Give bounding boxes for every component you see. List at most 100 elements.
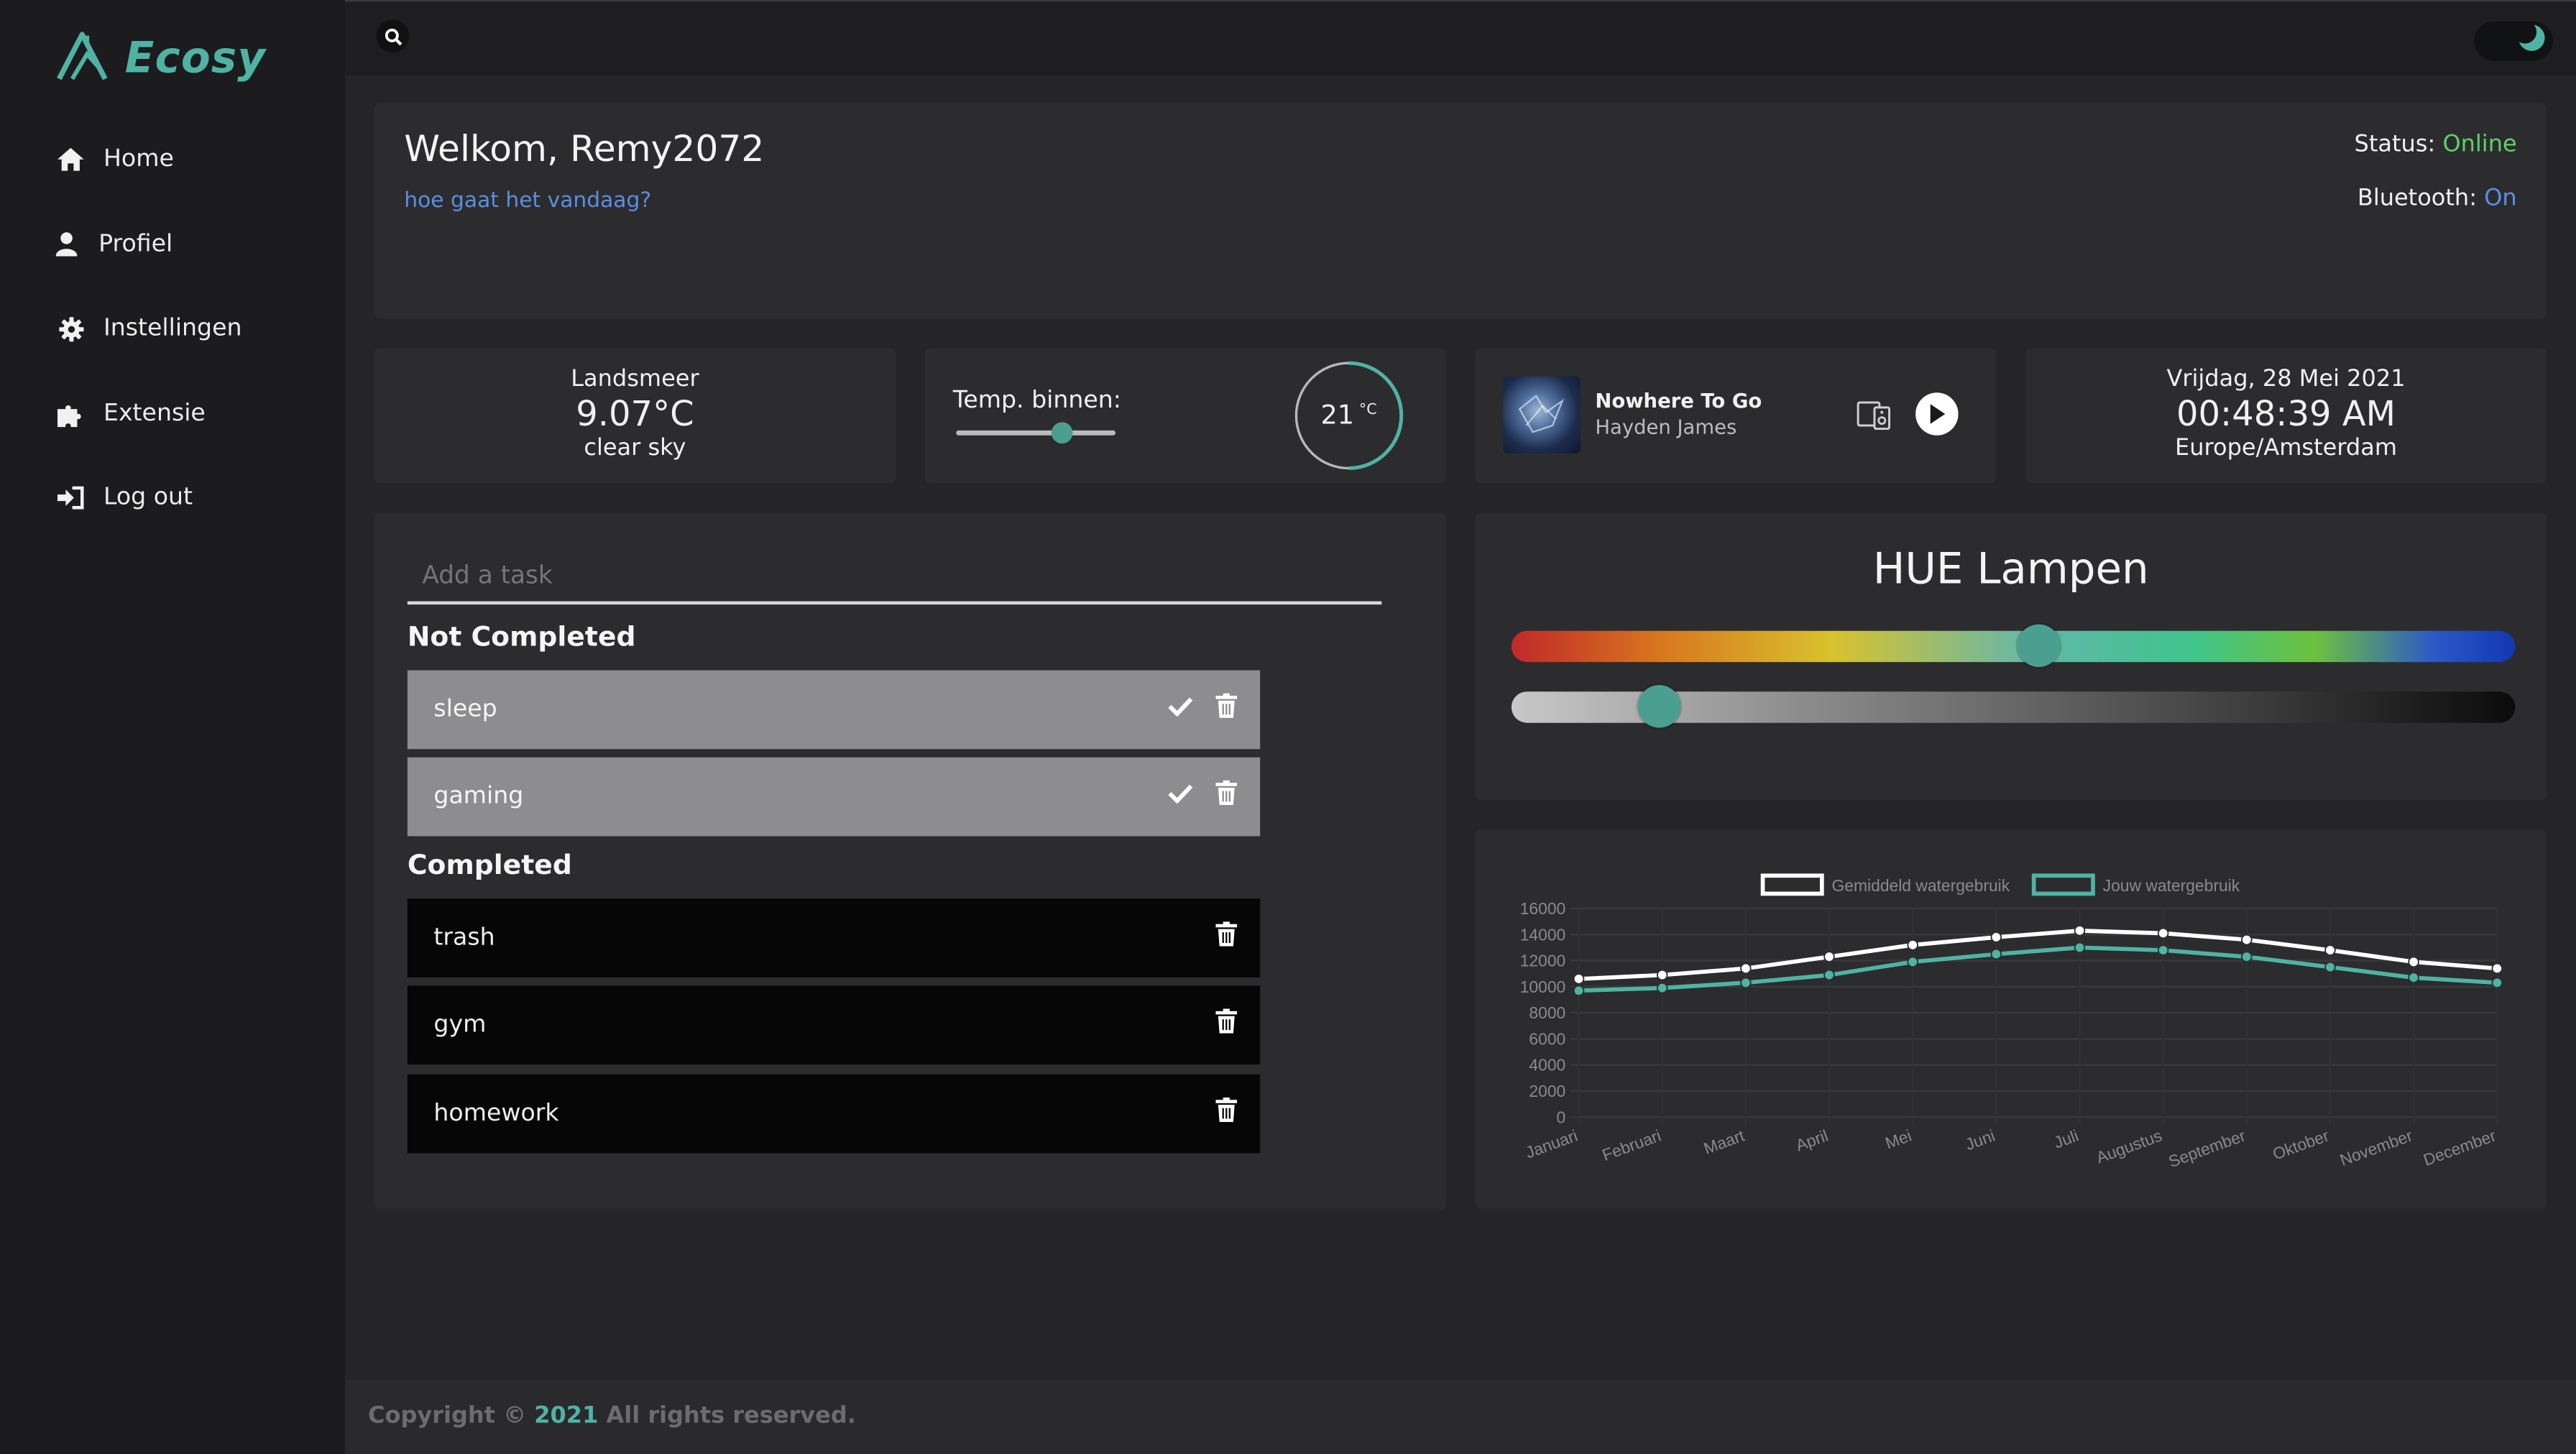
x-tick-label: Januari [1523, 1126, 1580, 1162]
data-point [2491, 962, 2503, 975]
x-tick-label: Februari [1600, 1126, 1664, 1165]
data-point [1740, 962, 1752, 975]
y-tick-label: 10000 [1520, 977, 1566, 996]
sidebar-item-label: Log out [103, 485, 193, 512]
theme-toggle[interactable] [2474, 20, 2553, 61]
x-tick-label: Juni [1963, 1126, 1997, 1154]
completed-heading: Completed [407, 849, 572, 881]
cast-device-button[interactable] [1857, 401, 1892, 437]
track-artist: Hayden James [1595, 415, 1737, 439]
legend-label: Jouw watergebruik [2103, 876, 2240, 895]
task-label: homework [433, 1100, 559, 1127]
status-label: Status: [2354, 131, 2436, 158]
bluetooth-value: On [2484, 185, 2517, 212]
task-card: Not Completed sleep gaming Completed tra… [374, 512, 1446, 1210]
hue-card: HUE Lampen [1475, 512, 2547, 801]
hue-brightness-slider[interactable] [1511, 685, 2516, 728]
trash-icon[interactable] [1215, 1097, 1238, 1128]
status-value: Online [2442, 131, 2517, 158]
task-item[interactable]: sleep [407, 670, 1261, 750]
sidebar-item-instellingen[interactable]: Instellingen [56, 304, 242, 354]
task-label: gym [433, 1011, 487, 1039]
gear-icon [56, 314, 86, 344]
task-actions [1215, 1008, 1238, 1039]
x-tick-label: Mei [1882, 1126, 1913, 1153]
temperature-gauge: 21 °C [1293, 360, 1404, 471]
search-button[interactable] [376, 19, 410, 53]
moon-icon [2513, 20, 2547, 59]
water-chart-card: 16000 14000 12000 10000 8000 6000 4000 2000 0 Jan… [1475, 829, 2547, 1210]
data-point [1990, 948, 2002, 960]
hue-brightness-knob[interactable] [1638, 685, 1682, 728]
y-tick-label: 2000 [1529, 1082, 1565, 1100]
data-point [2074, 925, 2086, 937]
indoor-temp-card: Temp. binnen: 21 °C [924, 348, 1446, 483]
bluetooth-label: Bluetooth: [2357, 185, 2478, 212]
status-line: Status: Online [2355, 132, 2517, 158]
speaker-icon [1857, 401, 1892, 437]
data-point [1656, 982, 1668, 994]
y-tick-label: 4000 [1529, 1056, 1565, 1075]
app-root: Ecosy Home Profiel Instellingen Extensie… [0, 0, 2576, 1454]
data-point [2408, 972, 2419, 983]
legend-swatch [1760, 873, 1824, 896]
search-icon [384, 21, 402, 52]
data-point [1907, 956, 1918, 968]
data-point [2241, 951, 2253, 962]
clock-card: Vrijdag, 28 Mei 2021 00:48:39 AM Europe/… [2025, 348, 2547, 483]
weather-temperature: 9.07°C [576, 394, 694, 434]
sidebar-item-home[interactable]: Home [56, 134, 242, 184]
sidebar-nav: Home Profiel Instellingen Extensie Log o… [55, 134, 242, 558]
copyright-year: 2021 [534, 1402, 599, 1430]
play-button[interactable] [1915, 392, 1959, 436]
data-point [2324, 944, 2336, 956]
logout-icon [56, 484, 86, 513]
logo[interactable]: Ecosy [56, 29, 266, 88]
sidebar-item-label: Extensie [103, 400, 206, 427]
water-usage-chart: 16000 14000 12000 10000 8000 6000 4000 2000 0Jan… [1520, 873, 2503, 1171]
y-tick-label: 12000 [1520, 952, 1566, 970]
indoor-temp-slider[interactable] [956, 422, 1116, 444]
sidebar-item-label: Profiel [98, 231, 173, 257]
bluetooth-line: Bluetooth: On [2358, 185, 2517, 212]
check-icon[interactable] [1168, 696, 1193, 722]
page-title: Welkom, Remy2072 [404, 129, 765, 171]
x-tick-label: Augustus [2094, 1126, 2164, 1167]
task-item[interactable]: gym [407, 985, 1261, 1065]
hue-color-slider[interactable] [1511, 624, 2516, 667]
clock-date: Vrijdag, 28 Mei 2021 [2166, 366, 2406, 393]
task-label: trash [433, 924, 495, 952]
welcome-subtitle: hoe gaat het vandaag? [404, 188, 652, 214]
data-point [1740, 977, 1752, 989]
copyright-prefix: Copyright © [367, 1402, 527, 1430]
sidebar-item-extensie[interactable]: Extensie [56, 389, 242, 438]
x-tick-label: November [2337, 1126, 2415, 1169]
task-actions [1215, 921, 1238, 952]
x-tick-label: Juli [2051, 1126, 2081, 1152]
weather-description: clear sky [584, 435, 686, 462]
track-title: Nowhere To Go [1595, 389, 1762, 413]
indoor-temp-slider-knob[interactable] [1051, 422, 1073, 444]
data-point [2157, 944, 2169, 956]
top-bar [344, 0, 2576, 76]
add-task-input[interactable] [407, 548, 1382, 605]
data-point [1656, 969, 1668, 981]
footer: Copyright © 2021 All rights reserved. [344, 1379, 2576, 1454]
hue-color-knob[interactable] [2017, 624, 2060, 667]
task-item[interactable]: gaming [407, 757, 1261, 837]
check-icon[interactable] [1168, 783, 1193, 809]
trash-icon[interactable] [1215, 780, 1238, 811]
sidebar-item-profiel[interactable]: Profiel [51, 219, 242, 269]
task-item[interactable]: homework [407, 1074, 1261, 1154]
mountain-logo-icon [56, 29, 119, 88]
trash-icon[interactable] [1215, 1008, 1238, 1039]
data-point [1823, 969, 1835, 981]
trash-icon[interactable] [1215, 693, 1238, 724]
trash-icon[interactable] [1215, 921, 1238, 952]
sidebar-item-logout[interactable]: Log out [56, 474, 242, 523]
data-point [2074, 942, 2086, 954]
clock-time: 00:48:39 AM [2176, 394, 2396, 434]
x-tick-label: April [1793, 1126, 1831, 1155]
task-item[interactable]: trash [407, 898, 1261, 977]
gauge-value: 21 [1320, 399, 1355, 431]
